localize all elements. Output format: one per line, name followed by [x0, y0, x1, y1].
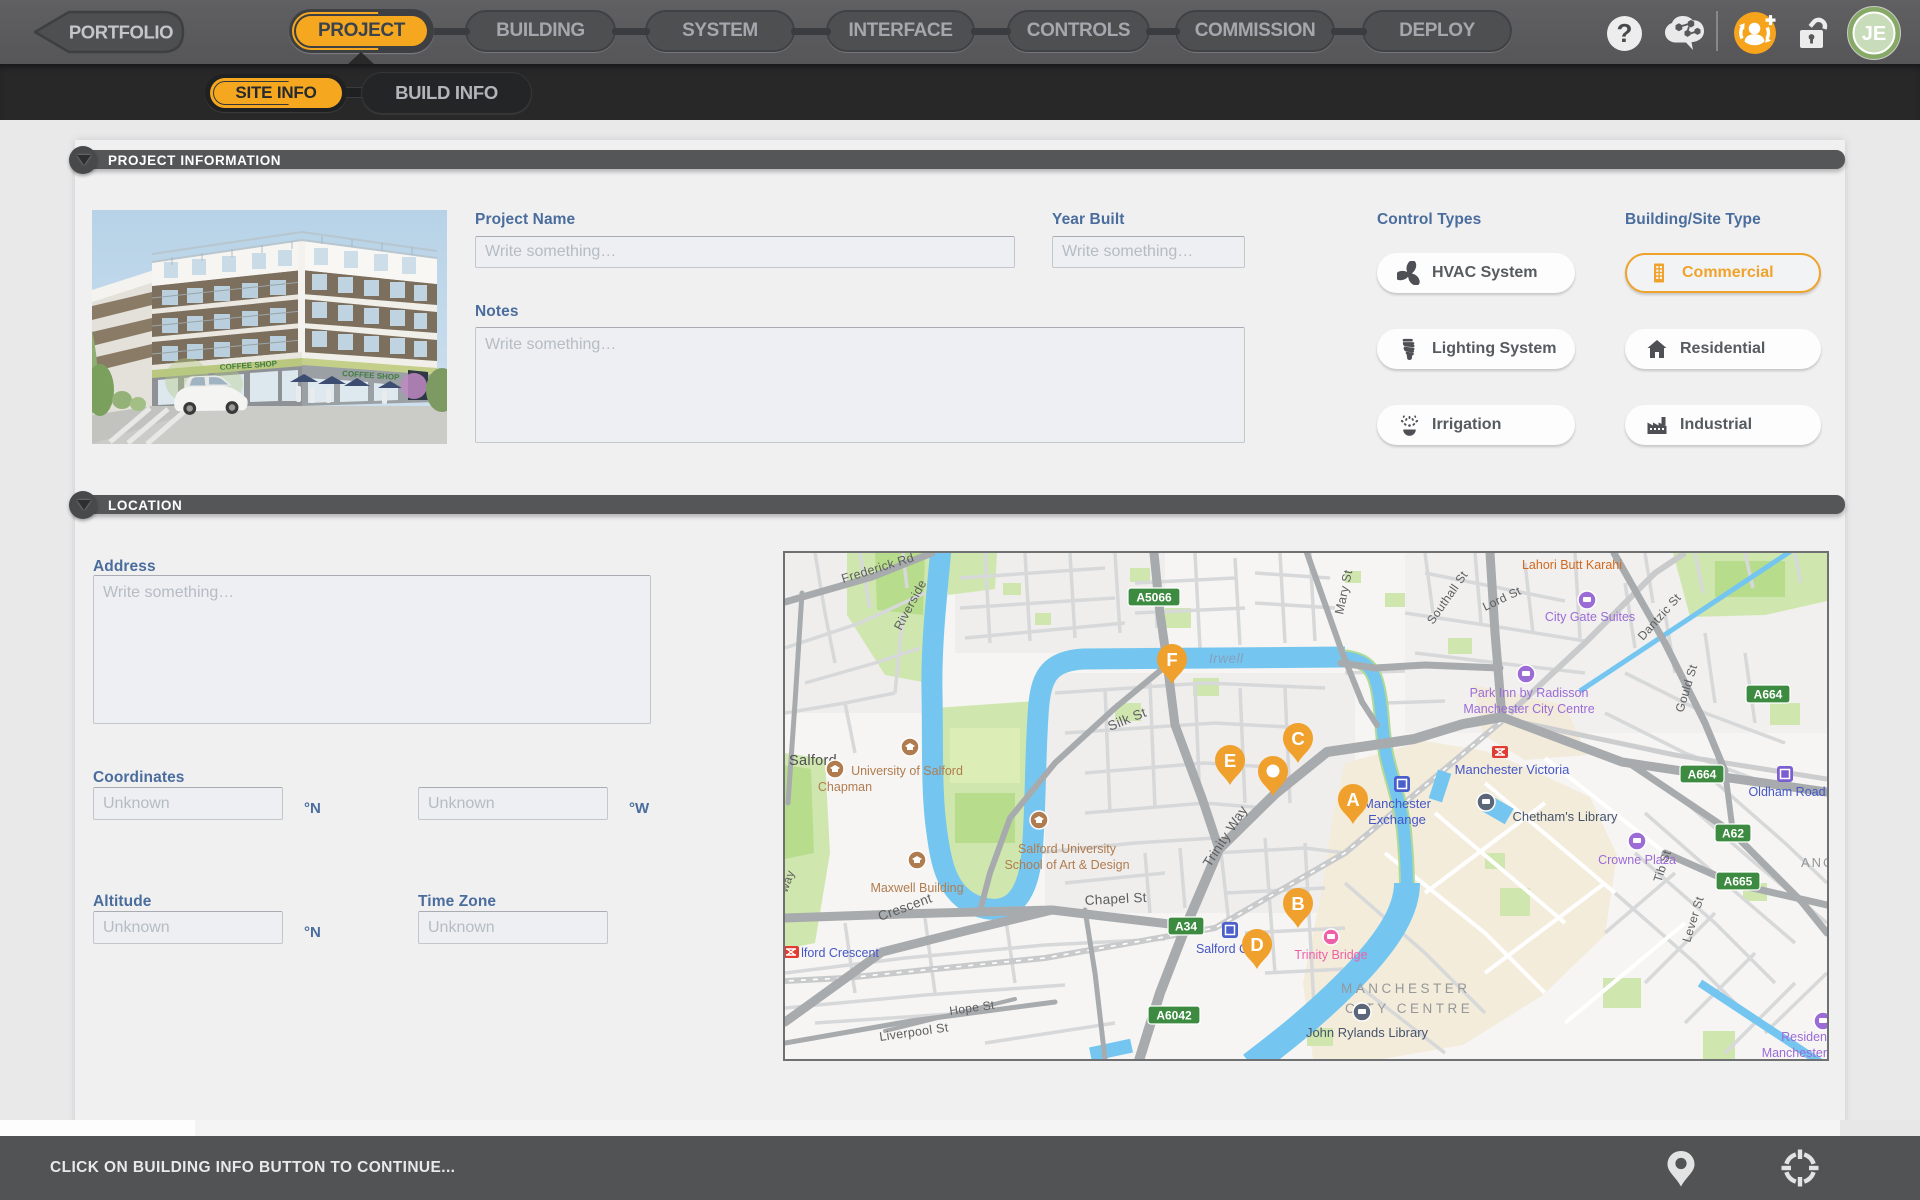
svg-text:A5066: A5066: [1136, 591, 1172, 605]
svg-text:Trinity Bridge: Trinity Bridge: [1294, 948, 1367, 962]
svg-text:E: E: [1224, 750, 1236, 771]
svg-text:A62: A62: [1722, 827, 1744, 841]
svg-text:School of Art & Design: School of Art & Design: [1004, 858, 1129, 872]
svg-text:A: A: [1346, 789, 1359, 810]
svg-text:Manchester: Manchester: [1762, 1046, 1827, 1059]
svg-text:D: D: [1250, 934, 1263, 955]
svg-text:Manchester Victoria: Manchester Victoria: [1455, 762, 1570, 777]
svg-text:C: C: [1291, 728, 1304, 749]
svg-text:City Gate Suites: City Gate Suites: [1545, 610, 1635, 624]
svg-text:F: F: [1166, 649, 1177, 670]
svg-text:Chetham's Library: Chetham's Library: [1512, 809, 1618, 824]
svg-text:ANCOA: ANCOA: [1801, 855, 1827, 870]
svg-text:MANCHESTER: MANCHESTER: [1341, 981, 1471, 996]
svg-text:Salford University: Salford University: [1018, 842, 1117, 856]
svg-text:JE: JE: [1862, 23, 1886, 45]
svg-text:A664: A664: [1754, 688, 1783, 702]
svg-text:?: ?: [1617, 18, 1633, 48]
svg-text:A6042: A6042: [1156, 1009, 1192, 1023]
svg-text:B: B: [1291, 893, 1304, 914]
svg-text:A665: A665: [1724, 875, 1753, 889]
svg-text:A664: A664: [1688, 768, 1717, 782]
svg-text:A34: A34: [1175, 920, 1197, 934]
svg-text:Park Inn by Radisson: Park Inn by Radisson: [1470, 686, 1589, 700]
svg-text:Maxwell Building: Maxwell Building: [870, 881, 963, 895]
svg-text:lford Crescent: lford Crescent: [801, 946, 879, 960]
svg-text:Residen: Residen: [1781, 1030, 1827, 1044]
svg-text:Chapman: Chapman: [818, 780, 872, 794]
svg-text:Salford C: Salford C: [1196, 942, 1248, 956]
svg-text:Irwell: Irwell: [1209, 651, 1244, 666]
svg-text:Manchester: Manchester: [1363, 796, 1432, 811]
svg-text:Lahori Butt Karahi: Lahori Butt Karahi: [1522, 558, 1622, 572]
svg-text:PORTFOLIO: PORTFOLIO: [69, 22, 173, 43]
svg-text:University of Salford: University of Salford: [851, 764, 963, 778]
svg-text:John Rylands Library: John Rylands Library: [1306, 1025, 1429, 1040]
svg-text:Exchange: Exchange: [1368, 812, 1426, 827]
svg-text:Oldham Road: Oldham Road: [1748, 785, 1825, 799]
svg-text:Manchester City Centre: Manchester City Centre: [1463, 702, 1594, 716]
svg-text:Crowne Plaza: Crowne Plaza: [1598, 853, 1676, 867]
